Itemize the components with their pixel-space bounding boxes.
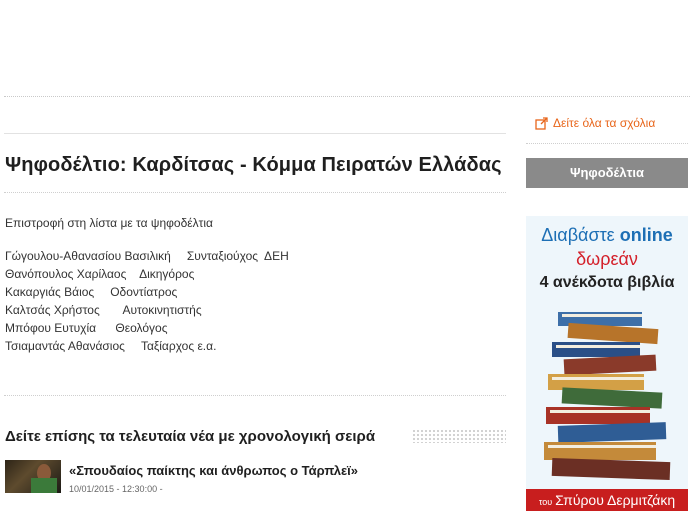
candidate-occupation: Δικηγόρος xyxy=(139,267,195,281)
external-link-icon xyxy=(535,116,548,130)
ballots-button[interactable]: Ψηφοδέλτια xyxy=(526,158,688,188)
book-advertisement[interactable]: Διαβάστε online δωρεάν 4 ανέκδοτα βιβλία… xyxy=(526,216,688,511)
all-comments-link[interactable]: Δείτε όλα τα σχόλια xyxy=(535,116,655,130)
section-divider xyxy=(4,395,506,396)
ad-line-books: 4 ανέκδοτα βιβλία xyxy=(539,274,675,291)
sidebar-divider xyxy=(526,143,688,144)
candidate-occupation: Συνταξιούχος ΔΕΗ xyxy=(186,249,289,263)
candidate-occupation: Θεολόγος xyxy=(115,321,168,335)
candidate-row: Τσιαμαντάς Αθανάσιος Ταξίαρχος ε.α. xyxy=(5,337,289,355)
heading-dot-pattern xyxy=(412,429,506,443)
candidate-row: Καλτσάς Χρήστος Αυτοκινητιστής xyxy=(5,301,289,319)
ad-online-word: online xyxy=(619,225,673,245)
candidate-name: Γώγουλου-Αθανασίου Βασιλική xyxy=(5,249,171,263)
news-item-date: 10/01/2015 - 12:30:00 - xyxy=(69,484,163,494)
candidate-name: Μπόφου Ευτυχία xyxy=(5,321,97,335)
ad-author-name: Σπύρου Δερμιτζάκη xyxy=(555,492,676,508)
candidate-row: Κακαργιάς Βάιος Οδοντίατρος xyxy=(5,283,289,301)
ad-line-read-online: Διαβάστε online xyxy=(526,225,688,246)
ad-line-free: δωρεάν xyxy=(576,249,638,269)
ad-author-prefix: του xyxy=(538,497,553,507)
thumbnail-figure-body xyxy=(31,478,57,493)
candidate-name: Καλτσάς Χρήστος xyxy=(5,303,100,317)
candidate-name: Τσιαμαντάς Αθανάσιος xyxy=(5,339,125,353)
candidate-row: Μπόφου Ευτυχία Θεολόγος xyxy=(5,319,289,337)
candidate-occupation: Ταξίαρχος ε.α. xyxy=(140,339,217,353)
book-stack-image xyxy=(544,312,671,481)
news-section-heading: Δείτε επίσης τα τελευταία νέα με χρονολο… xyxy=(5,428,376,445)
ad-read-word: Διαβάστε xyxy=(541,225,615,245)
candidate-name: Θανόπουλος Χαρίλαος xyxy=(5,267,127,281)
candidate-occupation: Οδοντίατρος xyxy=(110,285,178,299)
candidate-list: Γώγουλου-Αθανασίου Βασιλική Συνταξιούχος… xyxy=(5,247,289,355)
candidate-row: Γώγουλου-Αθανασίου Βασιλική Συνταξιούχος… xyxy=(5,247,289,265)
candidate-occupation: Αυτοκινητιστής xyxy=(122,303,202,317)
ad-author-banner: του Σπύρου Δερμιτζάκη xyxy=(526,489,688,511)
title-divider xyxy=(4,133,506,134)
top-divider xyxy=(4,96,690,97)
page-title: Ψηφοδέλτιο: Καρδίτσας - Κόμμα Πειρατών Ε… xyxy=(5,154,502,176)
news-item-title[interactable]: «Σπουδαίος παίκτης και άνθρωπος ο Τάρπλε… xyxy=(69,463,358,478)
candidate-name: Κακαργιάς Βάιος xyxy=(5,285,95,299)
all-comments-label: Δείτε όλα τα σχόλια xyxy=(553,116,656,130)
news-thumbnail[interactable] xyxy=(5,460,61,493)
title-underline xyxy=(4,192,506,193)
back-to-list-link[interactable]: Επιστροφή στη λίστα με τα ψηφοδέλτια xyxy=(5,216,213,230)
candidate-row: Θανόπουλος Χαρίλαος Δικηγόρος xyxy=(5,265,289,283)
